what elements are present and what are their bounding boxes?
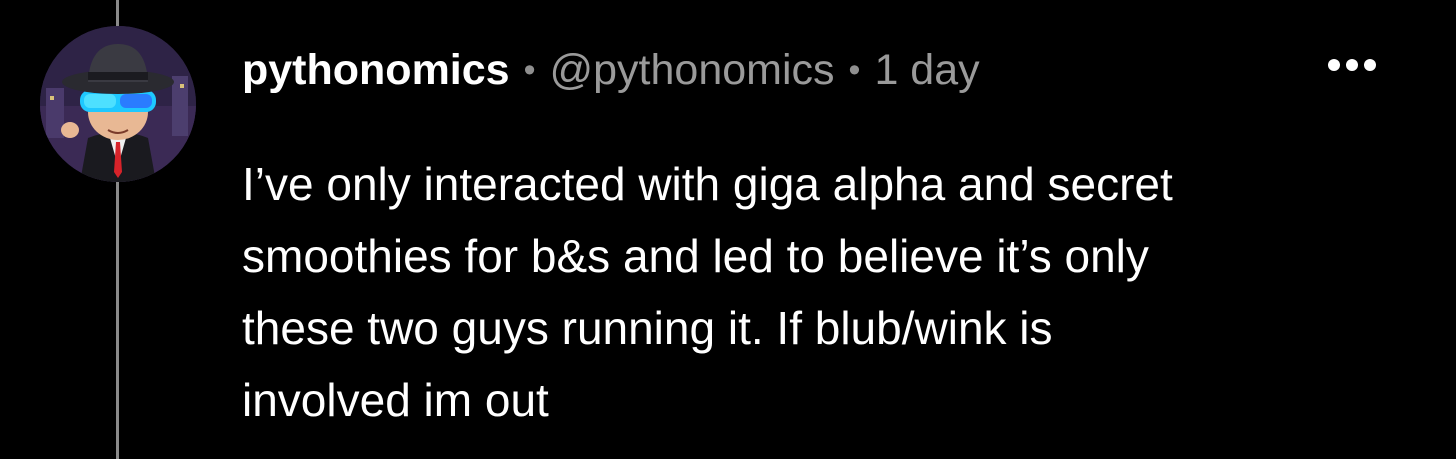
more-horizontal-icon — [1364, 59, 1376, 71]
handle-link[interactable]: @pythonomics — [549, 40, 834, 100]
timestamp[interactable]: 1 day — [874, 40, 979, 100]
separator-dot: • — [523, 51, 536, 89]
post-header: pythonomics • @pythonomics • 1 day — [242, 40, 980, 100]
avatar[interactable] — [40, 26, 196, 182]
post-body-line: involved im out — [242, 374, 549, 426]
post-body: I’ve only interacted with giga alpha and… — [242, 148, 1422, 436]
more-horizontal-icon — [1346, 59, 1358, 71]
post-body-line: I’ve only interacted with giga alpha and… — [242, 158, 1173, 210]
more-horizontal-icon — [1328, 59, 1340, 71]
username-link[interactable]: pythonomics — [242, 40, 510, 100]
separator-dot: • — [848, 51, 861, 89]
more-options-button[interactable] — [1318, 48, 1386, 82]
post-body-line: these two guys running it. If blub/wink … — [242, 302, 1053, 354]
post-body-line: smoothies for b&s and led to believe it’… — [242, 230, 1149, 282]
